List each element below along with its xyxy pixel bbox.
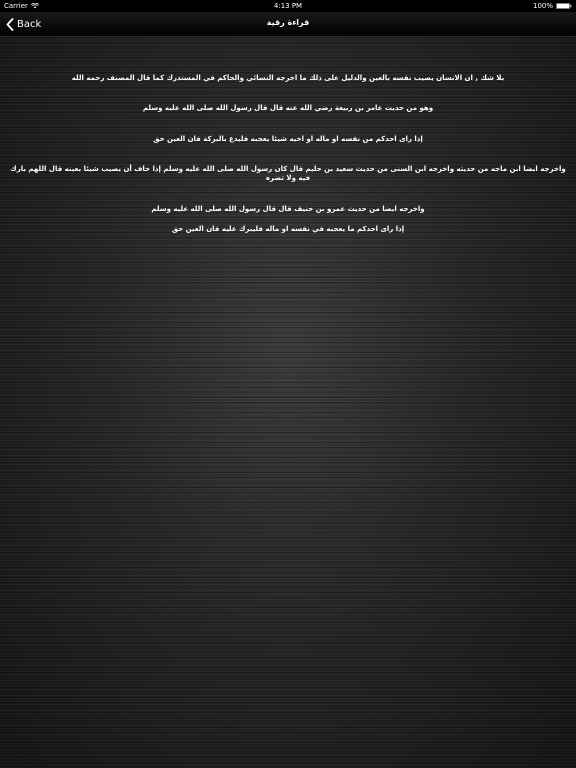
navigation-bar: Back قراءة رقية (0, 12, 576, 37)
status-bar: Carrier 4:13 PM 100% (0, 0, 576, 12)
paragraph-6: إذا راى احدكم ما يعجبه في نفسه او ماله ف… (171, 225, 405, 233)
paragraph-3: إذا راى احدكم من نفسه او ماله او اخيه شي… (153, 135, 423, 143)
paragraph-2: وهو من حديث عامر بن ربيعة رضي الله عنه ق… (142, 104, 434, 112)
status-time: 4:13 PM (273, 2, 303, 10)
paragraph-4: واخرجه ايضا ابن ماجه من حديثه واخرجه ابن… (10, 165, 566, 182)
screen: Carrier 4:13 PM 100% Back قراءة رقية بلا… (0, 0, 576, 768)
paragraph-5: واخرجه ايضا من حديث عمرو بن حنيف قال قال… (151, 205, 425, 213)
status-battery: 100% (533, 2, 572, 10)
paragraph-1: بلا شك , ان الانسان يصيب نفسه بالعين وال… (71, 74, 505, 82)
page-title: قراءة رقية (266, 18, 310, 27)
battery-full-icon (556, 3, 572, 9)
battery-percent: 100% (532, 2, 553, 10)
